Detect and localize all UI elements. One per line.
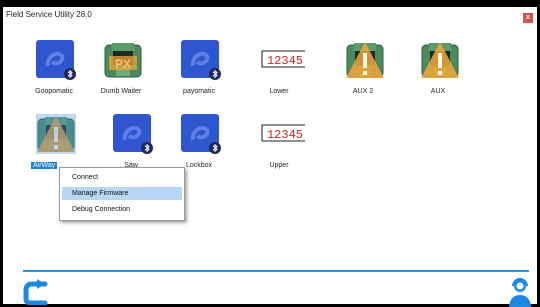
device-label: Lower <box>269 88 289 95</box>
device-tile-goopomatic[interactable]: Goopomatic <box>22 40 86 110</box>
svg-text:PX: PX <box>115 57 131 71</box>
display-device-icon: 12345 <box>261 50 305 68</box>
back-arrow-icon[interactable] <box>23 279 49 305</box>
device-tile-lower[interactable]: 12345 Lower <box>247 40 311 110</box>
device-label: Goopomatic <box>35 88 73 95</box>
menu-item-debug-connection[interactable]: Debug Connection <box>62 203 182 216</box>
display-readout: 12345 <box>267 128 303 142</box>
display-device-icon: 12345 <box>261 124 305 142</box>
device-tile-upper[interactable]: 12345 Upper <box>247 114 311 184</box>
bluetooth-device-icon <box>181 40 221 80</box>
controller-warning-icon <box>346 42 384 78</box>
device-tile-aux[interactable]: AUX <box>406 40 470 110</box>
device-label: Upper <box>269 162 289 169</box>
device-label: Dumb Waiter <box>100 88 142 95</box>
device-label: AUX <box>430 88 446 95</box>
controller-selected-icon <box>36 114 76 154</box>
window-title: Field Service Utility 28.0 <box>6 10 92 19</box>
menu-item-manage-firmware[interactable]: Manage Firmware <box>62 187 182 200</box>
device-tile-payomatic[interactable]: payomatic <box>167 40 231 110</box>
controller-device-icon: PX <box>104 42 142 78</box>
close-button[interactable]: x <box>523 13 533 23</box>
app-window: Field Service Utility 28.0 x Goopomatic … <box>3 7 537 307</box>
display-readout: 12345 <box>267 54 303 68</box>
title-bar: Field Service Utility 28.0 x <box>3 7 537 25</box>
bluetooth-device-icon <box>181 114 221 154</box>
context-menu: Connect Manage Firmware Debug Connection <box>59 167 185 221</box>
device-label: AUX 2 <box>352 88 374 95</box>
device-tile-dumb-waiter[interactable]: PX Dumb Waiter <box>89 40 153 110</box>
bottom-divider <box>23 270 529 272</box>
controller-warning-icon <box>421 42 459 78</box>
bluetooth-device-icon <box>113 114 153 154</box>
support-agent-icon[interactable] <box>507 277 533 307</box>
device-label: payomatic <box>183 88 215 95</box>
bluetooth-device-icon <box>36 40 76 80</box>
menu-item-connect[interactable]: Connect <box>62 171 182 184</box>
device-tile-aux-2[interactable]: AUX 2 <box>331 40 395 110</box>
device-label-selected: AirWay <box>31 162 58 169</box>
